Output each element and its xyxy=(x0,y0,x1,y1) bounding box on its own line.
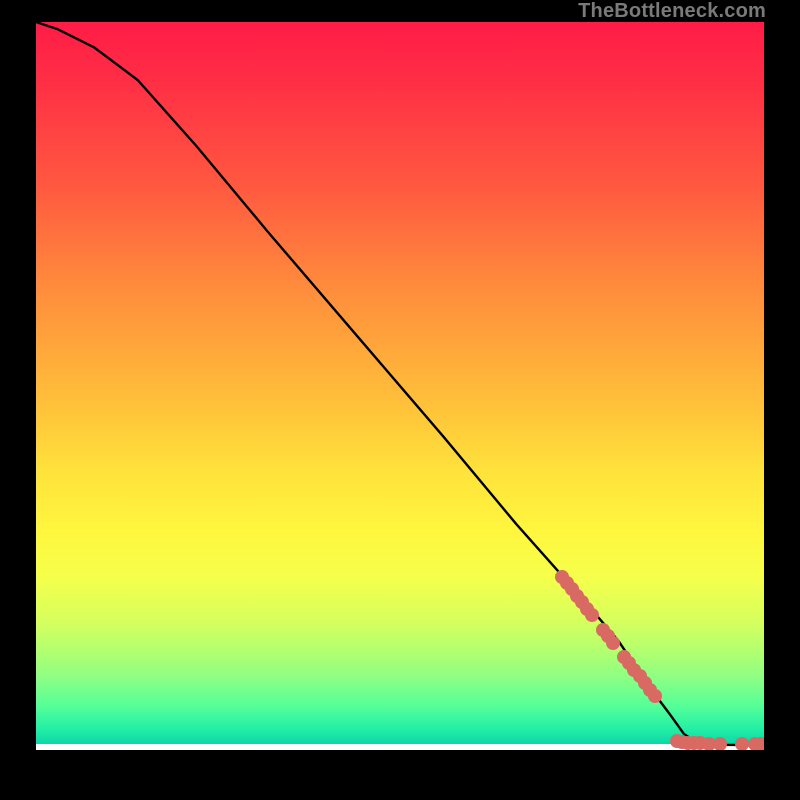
data-point xyxy=(585,608,599,622)
data-point xyxy=(713,737,727,750)
plot-area xyxy=(36,22,764,750)
data-points-layer xyxy=(36,22,764,750)
data-point xyxy=(606,636,620,650)
data-point xyxy=(754,737,764,750)
watermark-text: TheBottleneck.com xyxy=(578,0,766,23)
data-point xyxy=(648,689,662,703)
chart-stage: TheBottleneck.com xyxy=(0,0,800,800)
